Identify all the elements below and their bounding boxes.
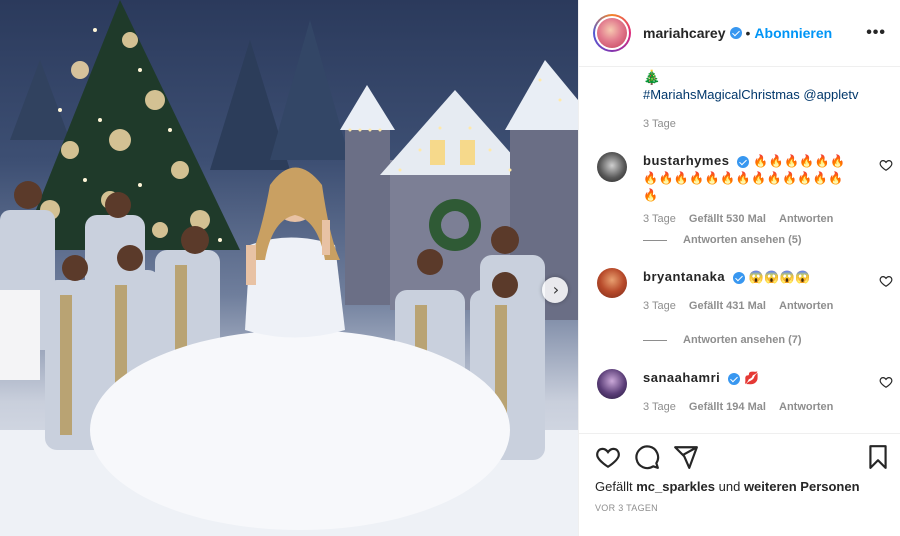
post-actions: Gefällt mc_sparkles und weiteren Persone… [579,433,900,536]
comments-list[interactable]: 🎄 #MariahsMagicalChristmas @appletv 3 Ta… [579,67,900,433]
follow-button[interactable]: Abonnieren [754,25,832,41]
action-icons [595,444,891,470]
comment-heart-icon[interactable] [879,274,893,288]
christmas-tree-emoji: 🎄 [643,69,661,85]
comment-time: 3 Tage [643,300,676,312]
comment-likes[interactable]: Gefällt 194 Mal [689,401,766,413]
comment-reply-button[interactable]: Antworten [779,300,833,312]
post-sidebar: mariahcarey • Abonnieren ••• 🎄 #MariahsM… [578,0,900,536]
heart-icon[interactable] [595,444,621,470]
comment-username[interactable]: sanaahamri [643,370,720,385]
comment-likes[interactable]: Gefällt 530 Mal [689,213,766,225]
next-image-button[interactable]: › [542,277,568,303]
comment-reply-button[interactable]: Antworten [779,213,833,225]
share-icon[interactable] [673,444,699,470]
post-photo [0,0,578,536]
comment-text: bryantanaka 😱😱😱😱 [643,268,853,286]
post-caption: 🎄 #MariahsMagicalChristmas @appletv 3 Ta… [643,67,859,130]
view-replies-button[interactable]: Antworten ansehen (7) [643,334,802,346]
post-time: VOR 3 TAGEN [595,503,658,513]
comment-meta: 3 Tage Gefällt 194 Mal Antworten [643,401,853,413]
more-options-icon[interactable]: ••• [866,24,886,42]
comment-text: bustarhymes 🔥🔥🔥🔥🔥🔥🔥🔥🔥🔥🔥🔥🔥🔥🔥🔥🔥🔥🔥🔥 [643,152,853,204]
comment-meta: 3 Tage Gefällt 530 Mal Antworten [643,213,853,225]
comment-username[interactable]: bryantanaka [643,269,725,284]
verified-icon [729,27,742,39]
author-username[interactable]: mariahcarey [643,25,726,41]
caption-time: 3 Tage [643,118,676,130]
comment-content: 💋 [743,371,760,385]
comment-text: sanaahamri 💋 [643,369,853,387]
next-arrow-icon: › [552,280,560,299]
liked-user[interactable]: mc_sparkles [636,479,715,494]
header-separator: • [745,25,751,41]
comment-avatar[interactable] [597,152,627,182]
comment-username[interactable]: bustarhymes [643,153,729,168]
caption-hashtag[interactable]: #MariahsMagicalChristmas @appletv [643,87,859,102]
comment-meta: 3 Tage Gefällt 431 Mal Antworten [643,300,853,312]
liked-others[interactable]: weiteren Personen [744,479,860,494]
comment-icon[interactable] [634,444,660,470]
comment-heart-icon[interactable] [879,375,893,389]
post-header: mariahcarey • Abonnieren ••• [579,0,900,67]
verified-icon [728,372,741,385]
verified-icon [732,271,745,284]
comment-avatar[interactable] [597,268,627,298]
comment-avatar[interactable] [597,369,627,399]
liked-middle: und [718,479,741,494]
verified-icon [737,155,750,168]
comment-content: 😱😱😱😱 [748,270,811,284]
comment-likes[interactable]: Gefällt 431 Mal [689,300,766,312]
bookmark-icon[interactable] [865,444,891,470]
post-image[interactable]: › [0,0,578,536]
liked-by: Gefällt mc_sparkles und weiteren Persone… [595,479,860,494]
comment-heart-icon[interactable] [879,158,893,172]
author-avatar[interactable] [593,14,631,52]
view-replies-label: Antworten ansehen (7) [683,334,802,346]
comment-time: 3 Tage [643,213,676,225]
comment-time: 3 Tage [643,401,676,413]
comment-reply-button[interactable]: Antworten [779,401,833,413]
view-replies-label: Antworten ansehen (5) [683,234,802,246]
liked-prefix: Gefällt [595,479,633,494]
view-replies-button[interactable]: Antworten ansehen (5) [643,234,802,246]
